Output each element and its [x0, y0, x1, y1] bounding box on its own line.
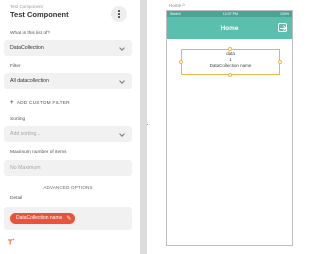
sorting-label: Sorting — [10, 117, 26, 122]
list-component[interactable]: data 1 DataCollection name — [181, 49, 280, 75]
list-of-value: DataCollection — [10, 45, 44, 51]
resize-handle-top[interactable] — [228, 47, 232, 51]
component-subtitle: Test Component — [10, 4, 43, 9]
status-time: 12:07 PM — [222, 12, 238, 16]
list-of-label: What is this list of? — [10, 31, 50, 36]
chip-label: DataCollection name — [16, 215, 63, 221]
plus-icon: + — [10, 100, 14, 106]
max-items-input[interactable]: No Maximum — [4, 160, 132, 176]
properties-panel: Test Component Test Component What is th… — [0, 0, 136, 254]
screen-frame[interactable]: Sketch 12:07 PM 100% Home data 1 DataCol… — [166, 10, 293, 246]
filter-select[interactable]: All datacollection — [4, 73, 132, 89]
exit-icon[interactable] — [278, 23, 287, 32]
screen-title: Home — [220, 24, 239, 32]
kebab-menu-icon[interactable] — [111, 6, 127, 22]
filter-label: Filter — [10, 64, 21, 69]
component-line-field: DataCollection name — [209, 63, 252, 68]
list-of-select[interactable]: DataCollection — [4, 40, 132, 56]
magic-text-icon[interactable]: T+ — [8, 237, 15, 246]
carrier-text: Sketch — [170, 12, 181, 16]
home-icon: ⌂ — [182, 2, 186, 8]
pencil-icon[interactable]: ✎ — [66, 214, 71, 225]
chevron-down-icon — [119, 78, 125, 84]
chevron-down-icon — [119, 131, 125, 137]
component-title: Test Component — [10, 10, 69, 19]
resize-handle-left[interactable] — [179, 60, 183, 64]
advanced-options-toggle[interactable]: ADVANCED OPTIONS — [0, 185, 136, 190]
magic-text-chip[interactable]: DataCollection name ✎ — [10, 213, 76, 225]
max-items-value: No Maximum — [10, 165, 41, 171]
breadcrumb[interactable]: Home — [169, 3, 181, 8]
max-items-label: Maximum number of items — [10, 150, 67, 155]
detail-label: Detail — [10, 196, 23, 201]
app-root: Test Component Test Component What is th… — [0, 0, 300, 254]
add-filter-label: ADD CUSTOM FILTER — [16, 101, 70, 106]
sorting-select[interactable]: Add sorting... — [4, 126, 132, 142]
sorting-placeholder: Add sorting... — [10, 131, 41, 137]
battery-text: 100% — [280, 12, 289, 16]
detail-field[interactable]: DataCollection name ✎ — [4, 207, 132, 230]
resize-handle-right[interactable] — [278, 60, 282, 64]
panel-divider[interactable] — [140, 0, 147, 254]
app-bar: Home — [167, 17, 292, 39]
chevron-down-icon — [119, 45, 125, 51]
resize-handle-bottom[interactable] — [228, 73, 232, 77]
filter-value: All datacollection — [10, 78, 49, 84]
add-custom-filter-button[interactable]: + ADD CUSTOM FILTER — [10, 100, 70, 106]
